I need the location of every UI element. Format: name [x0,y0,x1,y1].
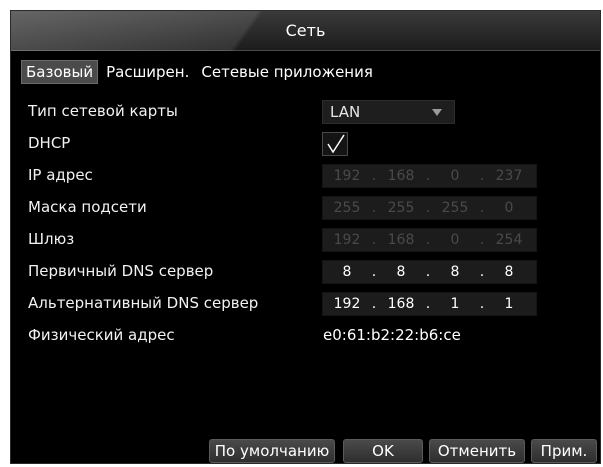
ip-octet-3: 0 [450,168,460,184]
dns-primary-label: Первичный DNS сервер [28,262,214,280]
cancel-button[interactable]: Отменить [429,439,525,463]
nic-type-select[interactable]: LAN [322,100,455,124]
mac-label: Физический адрес [28,326,175,344]
ip-octet-2: 168 [387,168,415,184]
dhcp-label: DHCP [28,134,71,152]
ip-label: IP адрес [28,166,93,184]
dns1-octet-1: 8 [342,264,352,280]
gateway-field: 192 . 168 . 0 . 254 [322,228,537,252]
dns-primary-input[interactable]: 8 . 8 . 8 . 8 [322,260,537,284]
apply-button[interactable]: Прим. [531,439,597,463]
tab-advanced[interactable]: Расширен. [102,60,193,84]
dns1-octet-3: 8 [450,264,460,280]
nic-type-label: Тип сетевой карты [28,102,178,120]
mask-octet-2: 255 [387,200,415,216]
dhcp-field [322,132,348,156]
default-button[interactable]: По умолчанию [209,439,335,463]
dns1-octet-4: 8 [504,264,514,280]
tab-basic[interactable]: Базовый [21,60,99,84]
gateway-octet-1: 192 [333,232,361,248]
row-mask: Маска подсети [28,194,147,220]
tab-network-apps[interactable]: Сетевые приложения [197,60,377,84]
dns2-octet-1: 192 [333,296,361,312]
mac-address-value: e0:61:b2:22:b6:ce [323,326,461,344]
dns2-octet-3: 1 [450,296,460,312]
title-bar: Сеть [11,11,600,51]
mask-octet-1: 255 [333,200,361,216]
dhcp-checkbox[interactable] [322,132,348,156]
checkmark-icon [327,134,345,154]
row-nic-type: Тип сетевой карты [28,98,178,124]
dns1-octet-2: 8 [396,264,406,280]
nic-type-field: LAN [322,100,455,124]
ip-address-input[interactable]: 192 . 168 . 0 . 237 [322,164,537,188]
mask-label: Маска подсети [28,198,147,216]
subnet-mask-input[interactable]: 255 . 255 . 255 . 0 [322,196,537,220]
triangle-down-icon [432,109,442,116]
dns2-octet-2: 168 [387,296,415,312]
dns-alternate-input[interactable]: 192 . 168 . 1 . 1 [322,292,537,316]
gateway-input[interactable]: 192 . 168 . 0 . 254 [322,228,537,252]
ok-button[interactable]: OK [343,439,423,463]
dns2-octet-4: 1 [504,296,514,312]
window-title: Сеть [285,21,326,40]
row-dns-alternate: Альтернативный DNS сервер [28,290,258,316]
row-dns-primary: Первичный DNS сервер [28,258,213,284]
dns-alternate-field: 192 . 168 . 1 . 1 [322,292,537,316]
gateway-octet-2: 168 [387,232,415,248]
ip-octet-1: 192 [333,168,361,184]
dns-alternate-label: Альтернативный DNS сервер [28,294,259,312]
ip-octet-4: 237 [495,168,523,184]
mask-octet-4: 0 [504,200,514,216]
row-dhcp: DHCP [28,130,70,156]
row-mac: Физический адрес [28,322,175,348]
row-ip: IP адрес [28,162,93,188]
network-settings-window: Сеть Базовый Расширен. Сетевые приложени… [10,10,601,464]
row-gateway: Шлюз [28,226,74,252]
gateway-label: Шлюз [28,230,75,248]
button-bar: По умолчанию OK Отменить Прим. [11,439,600,463]
gateway-octet-4: 254 [495,232,523,248]
tab-bar: Базовый Расширен. Сетевые приложения [21,60,381,84]
dns-primary-field: 8 . 8 . 8 . 8 [322,260,537,284]
ip-field: 192 . 168 . 0 . 237 [322,164,537,188]
nic-type-value: LAN [330,103,361,121]
mask-field: 255 . 255 . 255 . 0 [322,196,537,220]
gateway-octet-3: 0 [450,232,460,248]
mask-octet-3: 255 [441,200,469,216]
